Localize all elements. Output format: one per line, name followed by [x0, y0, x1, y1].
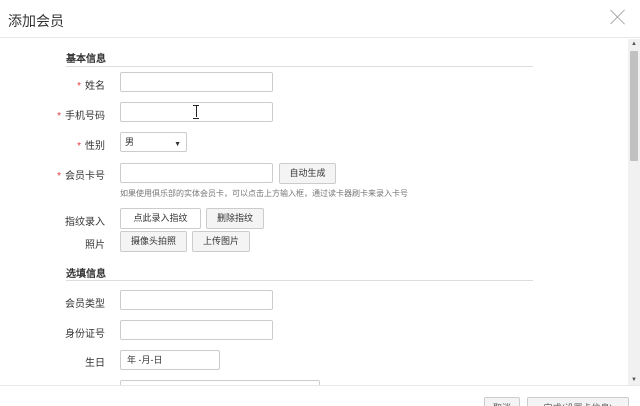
name-input[interactable] — [120, 72, 273, 92]
section-title-optional: 选填信息 — [66, 269, 106, 280]
card-label-text: 会员卡号 — [65, 171, 105, 182]
gender-select[interactable]: 男 ▼ — [120, 132, 187, 152]
required-mark: * — [57, 111, 61, 122]
dialog-footer: 取消 完成(设置卡信息) — [0, 385, 640, 406]
section-title-basic: 基本信息 — [66, 54, 106, 65]
cancel-button[interactable]: 取消 — [484, 397, 520, 406]
text-cursor-icon — [193, 105, 199, 119]
close-icon[interactable] — [610, 9, 626, 25]
id-number-input[interactable] — [120, 320, 273, 340]
card-number-input[interactable] — [120, 163, 273, 183]
required-mark: * — [57, 171, 61, 182]
scroll-up-arrow-icon[interactable]: ▲ — [631, 41, 637, 47]
card-label: * 会员卡号 — [0, 167, 105, 182]
birthday-label: 生日 — [85, 358, 105, 369]
section-divider — [66, 66, 533, 67]
scroll-thumb[interactable] — [630, 51, 638, 161]
gender-label-text: 性别 — [85, 141, 105, 152]
phone-label-text: 手机号码 — [65, 111, 105, 122]
photo-label: 照片 — [85, 240, 105, 251]
gender-selected-value: 男 — [125, 137, 135, 147]
delete-fingerprint-button[interactable]: 删除指纹 — [206, 208, 264, 229]
birthday-date-input[interactable]: 年 -月-日 — [120, 350, 220, 370]
card-hint-text: 如果使用俱乐部的实体会员卡，可以点击上方输入框，通过读卡器刷卡来录入卡号 — [120, 189, 408, 198]
save-and-set-card-button[interactable]: 完成(设置卡信息) — [527, 397, 629, 406]
dialog-header: 添加会员 — [0, 0, 640, 38]
member-type-label: 会员类型 — [65, 299, 105, 310]
gender-label: * 性别 — [0, 137, 105, 152]
auto-generate-button[interactable]: 自动生成 — [279, 163, 336, 184]
required-mark: * — [77, 81, 81, 92]
section-divider — [66, 280, 533, 281]
dropdown-arrow-icon: ▼ — [174, 141, 181, 148]
name-label-text: 姓名 — [85, 81, 105, 92]
dialog-title: 添加会员 — [8, 13, 64, 29]
name-label: * 姓名 — [0, 77, 105, 92]
dialog-body[interactable]: 基本信息 * 姓名 * 手机号码 * 性别 男 ▼ * 会员卡号 自动生成 如果使用俱乐… — [0, 39, 628, 385]
vertical-scrollbar[interactable]: ▲ ▼ — [628, 39, 640, 385]
camera-photo-button[interactable]: 摄像头拍照 — [120, 231, 187, 252]
phone-label: * 手机号码 — [0, 107, 105, 122]
upload-image-button[interactable]: 上传图片 — [192, 231, 250, 252]
scroll-down-arrow-icon[interactable]: ▼ — [631, 377, 637, 383]
record-fingerprint-button[interactable]: 点此录入指纹 — [120, 208, 201, 229]
id-number-label: 身份证号 — [65, 329, 105, 340]
fingerprint-label: 指纹录入 — [65, 217, 105, 228]
member-type-input[interactable] — [120, 290, 273, 310]
required-mark: * — [77, 141, 81, 152]
